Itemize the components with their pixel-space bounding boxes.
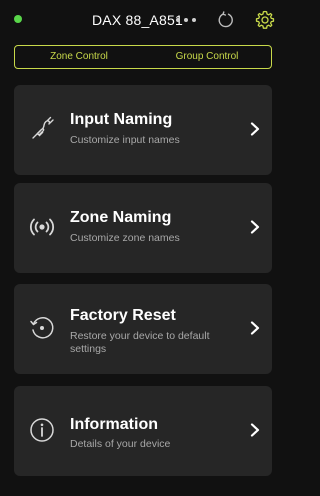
settings-icon[interactable] bbox=[255, 10, 275, 30]
information-title: Information bbox=[70, 416, 158, 433]
header-bar: DAX 88_A851 bbox=[0, 0, 288, 40]
info-icon bbox=[30, 418, 54, 442]
chevron-right-icon bbox=[250, 423, 260, 437]
input-naming-card[interactable]: Input Naming Customize input names bbox=[14, 85, 272, 175]
input-naming-title: Input Naming bbox=[70, 111, 173, 128]
broadcast-icon bbox=[30, 218, 54, 236]
control-mode-tabs: Zone Control Group Control bbox=[14, 45, 272, 69]
device-name-title: DAX 88_A851 bbox=[92, 12, 183, 28]
chevron-right-icon bbox=[250, 122, 260, 136]
connection-status-dot bbox=[14, 15, 22, 23]
chevron-right-icon bbox=[250, 321, 260, 335]
zone-naming-title: Zone Naming bbox=[70, 209, 172, 226]
information-subtitle: Details of your device bbox=[70, 438, 171, 450]
app-screen: DAX 88_A851 Zone Control Group Control I… bbox=[0, 0, 288, 496]
zone-naming-subtitle: Customize zone names bbox=[70, 232, 180, 244]
refresh-icon[interactable] bbox=[217, 11, 235, 29]
chevron-right-icon bbox=[250, 220, 260, 234]
zone-naming-card[interactable]: Zone Naming Customize zone names bbox=[14, 183, 272, 273]
more-icon[interactable] bbox=[174, 14, 198, 26]
information-card[interactable]: Information Details of your device bbox=[14, 386, 272, 476]
input-naming-subtitle: Customize input names bbox=[70, 134, 180, 146]
tab-group-control[interactable]: Group Control bbox=[143, 46, 271, 68]
factory-reset-card[interactable]: Factory Reset Restore your device to def… bbox=[14, 284, 272, 374]
reset-icon bbox=[30, 317, 54, 339]
tab-zone-control[interactable]: Zone Control bbox=[15, 46, 143, 68]
cable-icon bbox=[32, 116, 54, 139]
factory-reset-title: Factory Reset bbox=[70, 307, 176, 324]
factory-reset-subtitle: Restore your device to default settings bbox=[70, 330, 210, 355]
